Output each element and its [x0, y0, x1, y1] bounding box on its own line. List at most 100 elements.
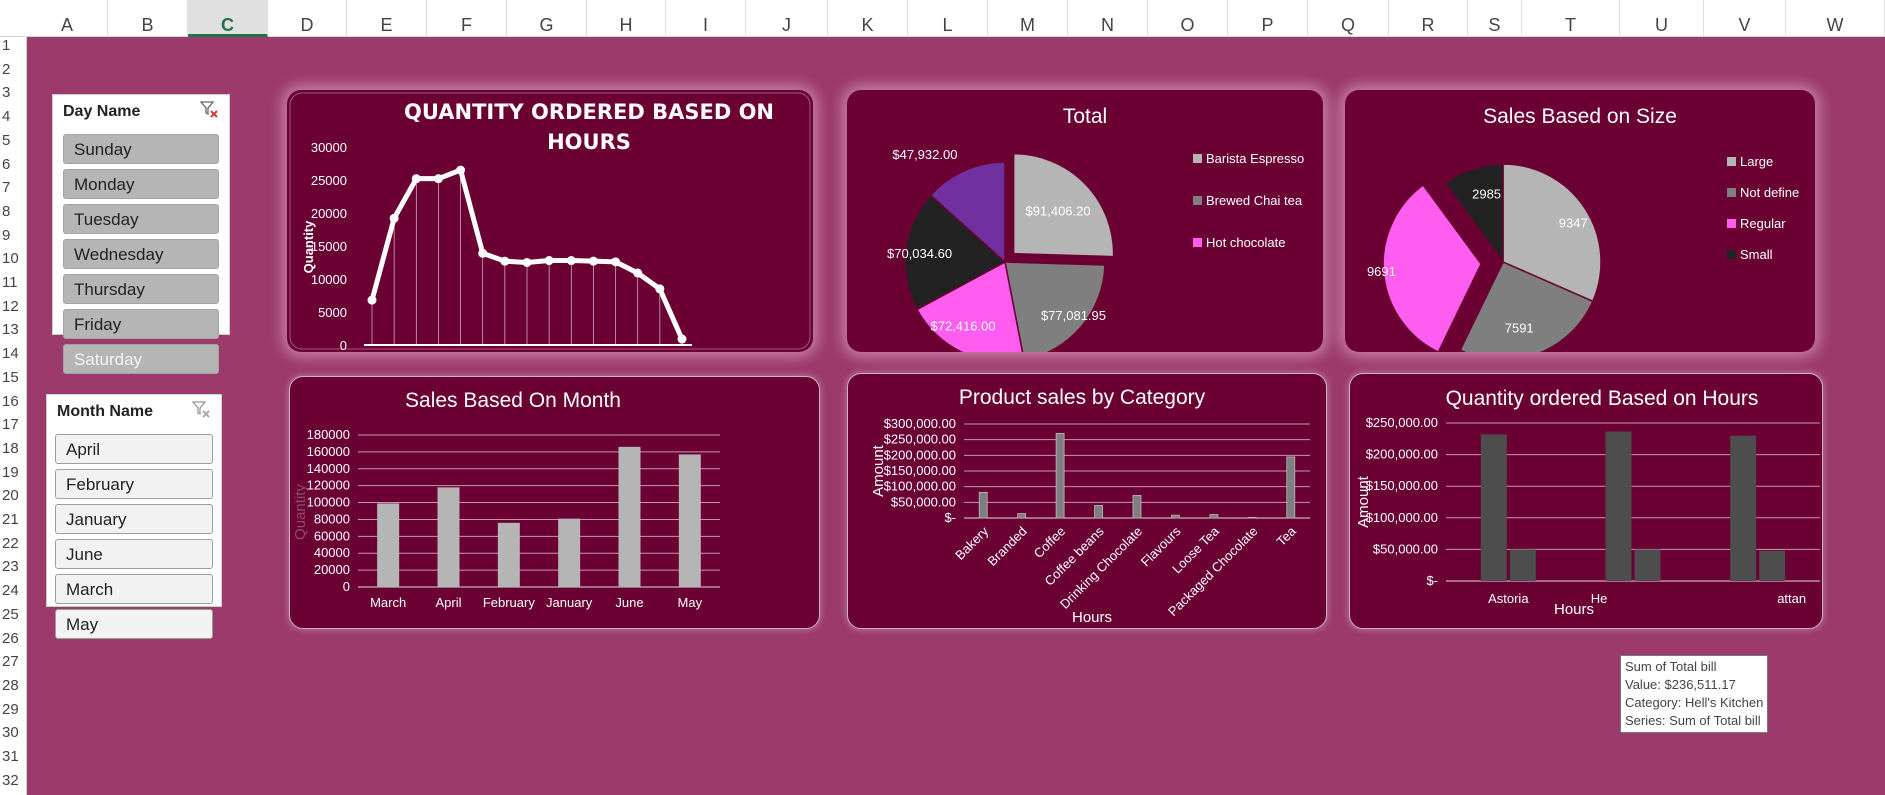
data-point	[367, 295, 377, 305]
column-header-q[interactable]: Q	[1308, 0, 1389, 37]
column-header-w[interactable]: W	[1786, 0, 1885, 37]
x-tick-label: March	[370, 595, 406, 610]
row-header-2[interactable]: 2	[0, 61, 27, 79]
row-header-30[interactable]: 30	[0, 724, 27, 742]
row-header-21[interactable]: 21	[0, 511, 27, 529]
column-header-f[interactable]: F	[427, 0, 507, 37]
clear-filter-icon[interactable]	[199, 99, 219, 119]
row-header-29[interactable]: 29	[0, 701, 27, 719]
column-header-h[interactable]: H	[587, 0, 666, 37]
store-bar-chart-card[interactable]: Quantity ordered Based on Hours $- $50,000…	[1349, 373, 1823, 629]
chart-tooltip: Sum of Total bill Value: $236,511.17 Categ…	[1620, 655, 1769, 733]
month-name-slicer[interactable]: Month Name April February January June March…	[46, 394, 222, 639]
row-header-8[interactable]: 8	[0, 203, 27, 221]
row-header-27[interactable]: 27	[0, 653, 27, 671]
row-header-32[interactable]: 32	[0, 772, 27, 790]
row-header-11[interactable]: 11	[0, 274, 27, 292]
month-slicer-item[interactable]: January	[55, 504, 213, 534]
y-tick-label: $250,000.00	[884, 432, 956, 447]
column-header-t[interactable]: T	[1522, 0, 1620, 37]
column-header-d[interactable]: D	[268, 0, 347, 37]
day-slicer-item[interactable]: Monday	[63, 169, 219, 199]
row-header-23[interactable]: 23	[0, 558, 27, 576]
column-header-s[interactable]: S	[1468, 0, 1522, 37]
row-header-14[interactable]: 14	[0, 345, 27, 363]
row-header-6[interactable]: 6	[0, 156, 27, 174]
row-header-25[interactable]: 25	[0, 606, 27, 624]
size-pie-chart-card[interactable]: Sales Based on Size 9347 7591 9691 2985 Large…	[1345, 90, 1815, 352]
month-slicer-item[interactable]: May	[55, 609, 213, 639]
month-slicer-item[interactable]: March	[55, 574, 213, 604]
bar	[1605, 431, 1632, 581]
day-slicer-item[interactable]: Thursday	[63, 274, 219, 304]
month-slicer-item[interactable]: February	[55, 469, 213, 499]
month-slicer-item[interactable]: April	[55, 434, 213, 464]
row-header-4[interactable]: 4	[0, 108, 27, 126]
y-tick-label: 120000	[307, 478, 350, 493]
category-bar-chart-card[interactable]: Product sales by Category $- $50,000.00 $10…	[847, 373, 1327, 629]
day-slicer-item[interactable]: Saturday	[63, 344, 219, 374]
tooltip-line: Value: $236,511.17	[1625, 677, 1736, 692]
row-header-18[interactable]: 18	[0, 440, 27, 458]
row-header-20[interactable]: 20	[0, 487, 27, 505]
column-header-r[interactable]: R	[1389, 0, 1468, 37]
row-header-26[interactable]: 26	[0, 630, 27, 648]
month-slicer-item[interactable]: June	[55, 539, 213, 569]
clear-filter-icon[interactable]	[191, 399, 211, 419]
column-header-c[interactable]: C	[188, 0, 268, 37]
row-header-31[interactable]: 31	[0, 748, 27, 766]
row-header-22[interactable]: 22	[0, 535, 27, 553]
size-pie-chart: Sales Based on Size 9347 7591 9691 2985 Large…	[1367, 105, 1799, 352]
column-header-m[interactable]: M	[988, 0, 1068, 37]
row-header-28[interactable]: 28	[0, 677, 27, 695]
column-header-v[interactable]: V	[1704, 0, 1786, 37]
hours-line-chart-card[interactable]: QUANTITY ORDERED BASED ON HOURS 0 5000 10000…	[287, 90, 813, 352]
row-header-17[interactable]: 17	[0, 416, 27, 434]
column-header-a[interactable]: A	[27, 0, 108, 37]
column-header-k[interactable]: K	[828, 0, 908, 37]
row-header-5[interactable]: 5	[0, 132, 27, 150]
row-header-3[interactable]: 3	[0, 84, 27, 102]
row-header-19[interactable]: 19	[0, 464, 27, 482]
row-header-10[interactable]: 10	[0, 250, 27, 268]
column-header-u[interactable]: U	[1620, 0, 1704, 37]
column-header-i[interactable]: I	[666, 0, 746, 37]
row-header-13[interactable]: 13	[0, 321, 27, 339]
chart-title: Sales Based on Size	[1483, 105, 1677, 128]
day-slicer-item[interactable]: Sunday	[63, 134, 219, 164]
column-header-n[interactable]: N	[1068, 0, 1148, 37]
legend-swatch	[1727, 219, 1736, 228]
column-header-j[interactable]: J	[746, 0, 828, 37]
day-slicer-item[interactable]: Tuesday	[63, 204, 219, 234]
row-header-16[interactable]: 16	[0, 393, 27, 411]
day-name-slicer[interactable]: Day Name Sunday Monday Tuesday Wednesday Thu…	[52, 94, 230, 374]
day-slicer-item[interactable]: Friday	[63, 309, 219, 339]
chart-title: QUANTITY ORDERED BASED ON HOURS	[404, 100, 774, 154]
column-header-l[interactable]: L	[908, 0, 988, 37]
column-header-p[interactable]: P	[1228, 0, 1308, 37]
month-bar-chart-card[interactable]: Sales Based On Month 0 20000 40000 60000 8000…	[289, 376, 820, 629]
y-tick-label: 20000	[314, 562, 350, 577]
y-tick-label: 30000	[311, 140, 347, 155]
row-header-7[interactable]: 7	[0, 179, 27, 197]
data-label: $91,406.20	[1026, 203, 1091, 218]
column-header-o[interactable]: O	[1148, 0, 1228, 37]
day-slicer-item[interactable]: Wednesday	[63, 239, 219, 269]
row-header-1[interactable]: 1	[0, 37, 27, 55]
row-header-24[interactable]: 24	[0, 582, 27, 600]
legend-swatch	[1727, 157, 1736, 166]
month-slicer-title: Month Name	[57, 403, 153, 420]
legend-entry: Large	[1740, 154, 1773, 169]
row-header-9[interactable]: 9	[0, 227, 27, 245]
row-header-12[interactable]: 12	[0, 298, 27, 316]
row-header-15[interactable]: 15	[0, 369, 27, 387]
column-header-e[interactable]: E	[347, 0, 427, 37]
legend-entry: Brewed Chai tea	[1206, 193, 1303, 208]
y-tick-label: 60000	[314, 528, 350, 543]
column-header-b[interactable]: B	[108, 0, 188, 37]
x-tick-label: April	[435, 595, 461, 610]
data-point	[544, 256, 554, 266]
column-header-g[interactable]: G	[507, 0, 587, 37]
bar	[1132, 495, 1142, 519]
total-pie-chart-card[interactable]: Total $91,406.20 $77,081.95 $72,416.00 $70,0…	[847, 90, 1323, 352]
